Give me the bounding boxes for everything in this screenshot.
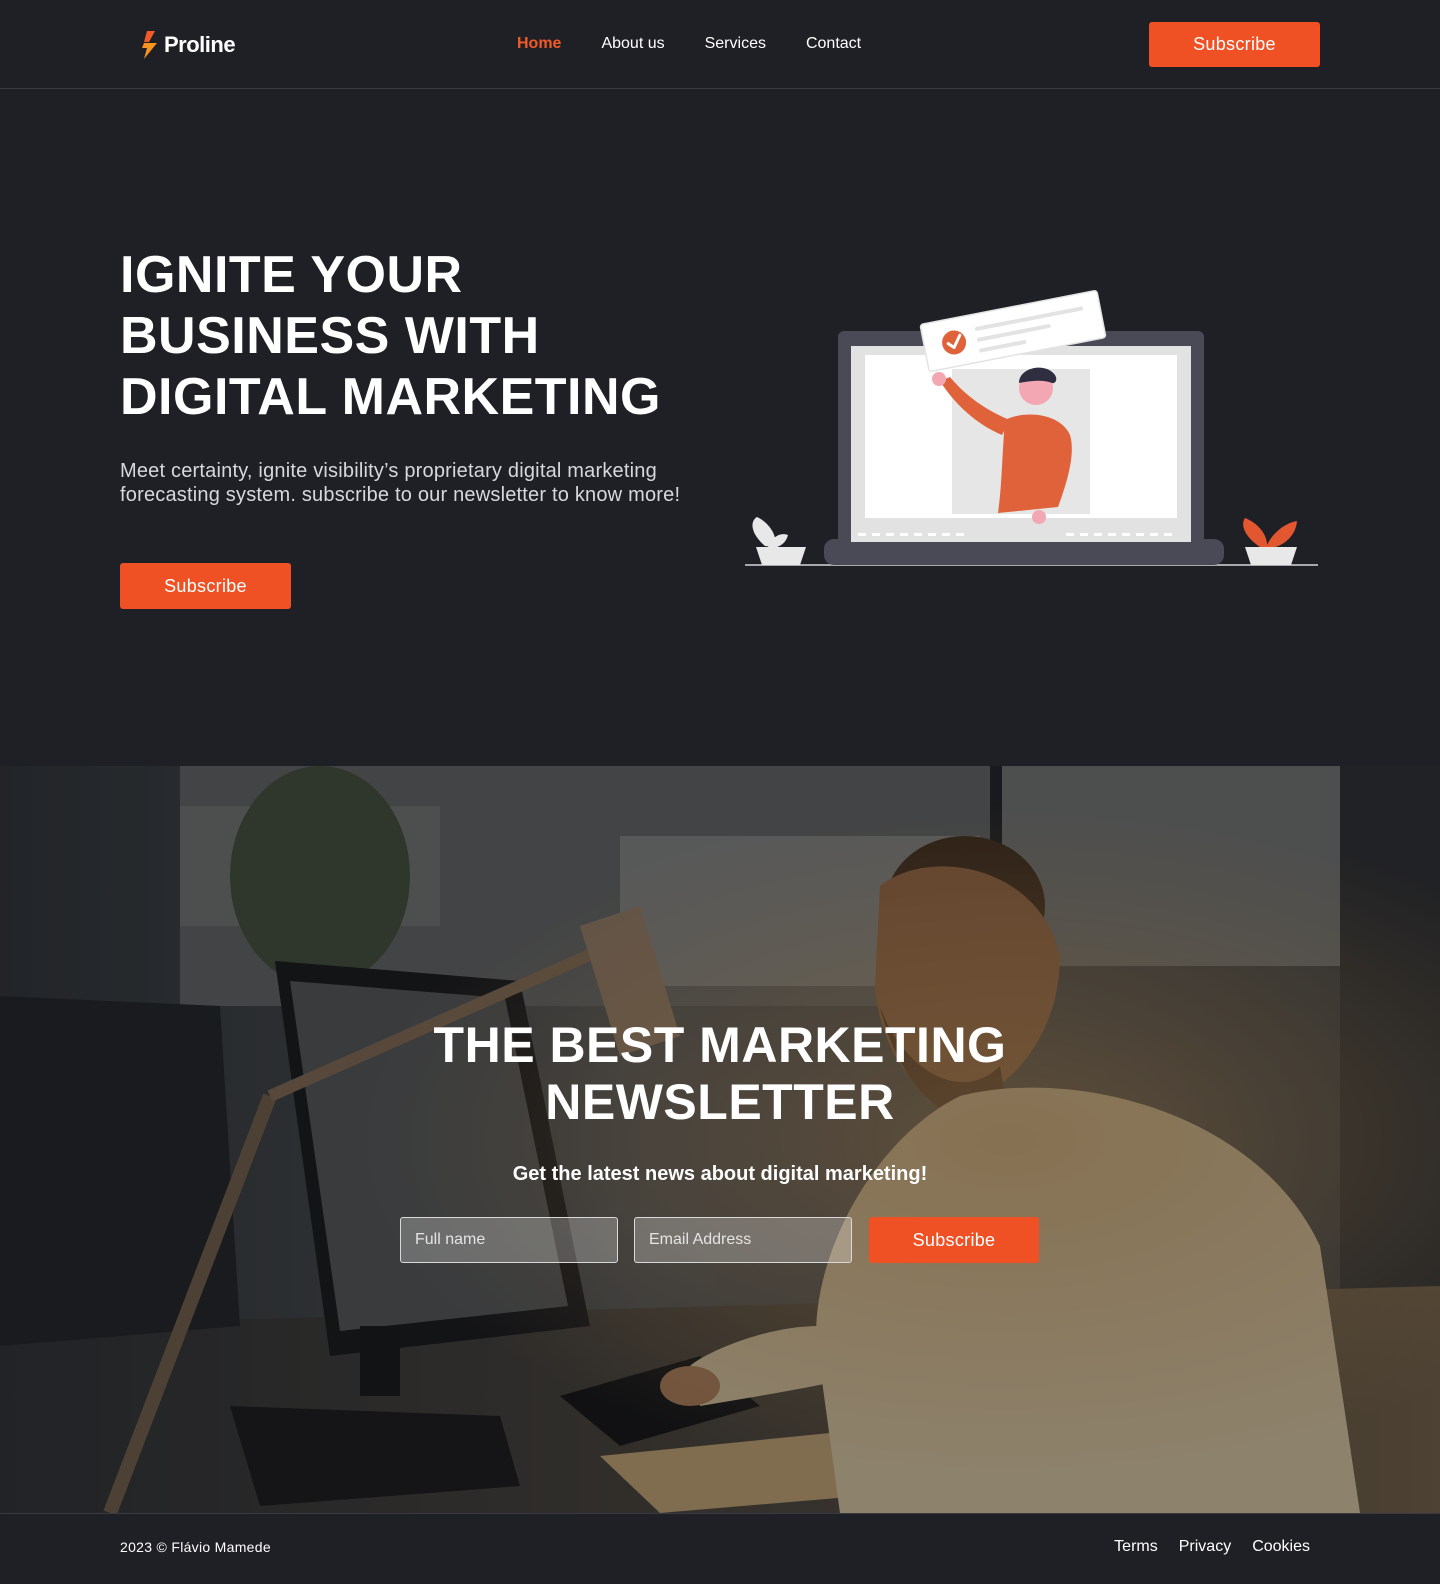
site-footer: 2023 © Flávio Mamede Terms Privacy Cooki… xyxy=(0,1513,1440,1584)
main-nav: Home About us Services Contact xyxy=(517,35,901,53)
nav-link-services[interactable]: Services xyxy=(705,35,766,53)
nav-link-home[interactable]: Home xyxy=(517,35,561,53)
footer-link-cookies[interactable]: Cookies xyxy=(1252,1538,1310,1556)
header-subscribe-button[interactable]: Subscribe xyxy=(1149,22,1320,67)
footer-link-terms[interactable]: Terms xyxy=(1114,1538,1158,1556)
newsletter-section: THE BEST MARKETING NEWSLETTER Get the la… xyxy=(0,766,1440,1513)
hero-title-line: IGNITE YOUR xyxy=(120,246,463,304)
nav-link-contact[interactable]: Contact xyxy=(806,35,861,53)
newsletter-title-line: NEWSLETTER xyxy=(545,1074,895,1130)
hero-subscribe-button[interactable]: Subscribe xyxy=(120,563,291,609)
footer-link-privacy[interactable]: Privacy xyxy=(1179,1538,1231,1556)
man-working-at-computer-photo xyxy=(0,766,1440,1513)
copyright-text: 2023 © Flávio Mamede xyxy=(120,1539,271,1555)
hero-title: IGNITE YOUR BUSINESS WITH DIGITAL MARKET… xyxy=(120,245,680,428)
site-header: Proline Home About us Services Contact S… xyxy=(0,0,1440,89)
newsletter-title-line: THE BEST MARKETING xyxy=(433,1017,1007,1073)
hero-title-line: BUSINESS WITH xyxy=(120,307,540,365)
laptop-person-checkmark-illustration xyxy=(740,285,1320,575)
footer-links: Terms Privacy Cookies xyxy=(1093,1538,1310,1556)
brand-name: Proline xyxy=(164,32,236,57)
hero-description: Meet certainty, ignite visibility’s prop… xyxy=(120,460,681,506)
brand-logo[interactable]: Proline xyxy=(138,30,236,60)
newsletter-subscribe-button[interactable]: Subscribe xyxy=(869,1217,1039,1263)
full-name-input[interactable] xyxy=(400,1217,618,1263)
newsletter-title: THE BEST MARKETING NEWSLETTER xyxy=(0,1017,1440,1131)
newsletter-subtitle: Get the latest news about digital market… xyxy=(512,1163,928,1185)
nav-link-about[interactable]: About us xyxy=(601,35,664,53)
bolt-icon xyxy=(142,31,157,59)
hero-title-line: DIGITAL MARKETING xyxy=(120,368,661,426)
email-input[interactable] xyxy=(634,1217,852,1263)
